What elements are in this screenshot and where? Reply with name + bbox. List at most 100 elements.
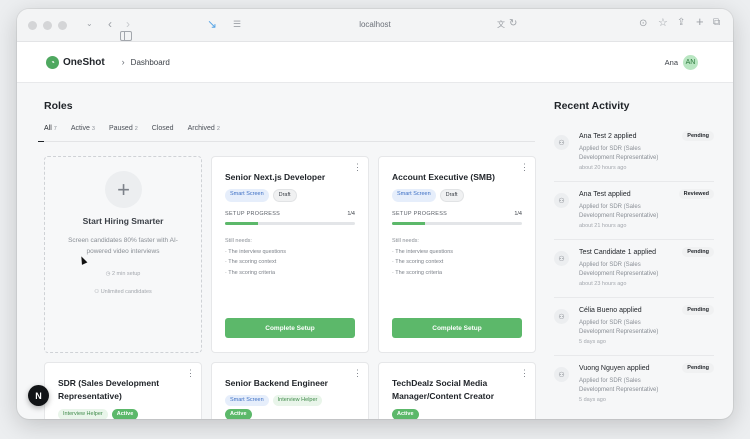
setup-progress-bar: [225, 222, 355, 225]
tabs-icon[interactable]: ⧉: [713, 17, 720, 29]
still-needs-list: Still needs: · The interview questions ·…: [392, 236, 453, 278]
recent-activity-title: Recent Activity: [554, 100, 630, 112]
still-needs-title: Still needs:: [392, 238, 419, 244]
activity-time: about 21 hours ago: [579, 223, 627, 229]
user-name: Ana: [664, 58, 678, 67]
activity-description: Applied for SDR (Sales Development Repre…: [579, 320, 659, 335]
share-icon[interactable]: ⇪: [677, 17, 685, 29]
app-header: ◔ OneShot › Dashboard Ana AN: [17, 42, 733, 83]
activity-name: Célia Bueno applied: [579, 307, 642, 314]
activity-time: about 20 hours ago: [579, 165, 627, 171]
user-icon: ⚇: [554, 135, 569, 150]
status-badge: Pending: [682, 247, 714, 257]
list-item: · The interview questions: [225, 248, 287, 255]
more-options-icon[interactable]: ⋮: [353, 369, 362, 378]
divider: [554, 355, 714, 356]
status-badge: Reviewed: [678, 189, 714, 199]
complete-setup-button[interactable]: Complete Setup: [225, 318, 355, 338]
status-badge: Draft: [439, 189, 464, 202]
avatar[interactable]: AN: [683, 55, 698, 70]
role-card[interactable]: Account Executive (SMB) ⋮ Smart Screen D…: [378, 156, 536, 353]
progress-fill: [392, 222, 425, 225]
page-title: Roles: [44, 100, 73, 112]
more-options-icon[interactable]: ⋮: [520, 163, 529, 172]
role-title[interactable]: Senior Next.js Developer: [225, 171, 325, 184]
list-item: · The interview questions: [392, 248, 454, 255]
activity-name: Test Candidate 1 applied: [579, 249, 657, 256]
activity-description: Applied for SDR (Sales Development Repre…: [579, 378, 659, 393]
setup-progress-count: 1/4: [514, 211, 522, 217]
divider: [554, 239, 714, 240]
setup-time: ◷ 2 min setup: [105, 271, 141, 277]
setup-progress-bar: [392, 222, 522, 225]
interview-helper-badge: Interview Helper: [58, 409, 108, 419]
setup-progress-label: SETUP PROGRESS: [392, 211, 448, 217]
complete-setup-button[interactable]: Complete Setup: [392, 318, 522, 338]
translate-icon[interactable]: 文: [497, 19, 505, 31]
list-item: · The scoring criteria: [392, 269, 443, 276]
user-menu[interactable]: Ana AN: [665, 55, 698, 70]
user-icon: ⚇: [554, 193, 569, 208]
breadcrumb[interactable]: Dashboard: [131, 58, 170, 67]
user-icon: ⚇: [554, 251, 569, 266]
activity-name: Vuong Nguyen applied: [579, 365, 650, 372]
role-badges: Active: [392, 409, 419, 419]
divider: [554, 181, 714, 182]
activity-item[interactable]: ⚇ Test Candidate 1 applied Applied for S…: [554, 247, 714, 297]
chevron-right-icon: ›: [121, 57, 125, 67]
more-options-icon[interactable]: ⋮: [186, 369, 195, 378]
reload-icon[interactable]: ↻: [509, 18, 517, 30]
list-item: · The scoring context: [392, 259, 444, 265]
browser-window: ⌄ ‹ › ↘ ☰ localhost 文 ↻ ⊙ ☆ ⇪ + ⧉ ◔ OneS…: [17, 9, 733, 419]
sidebar-icon[interactable]: [120, 31, 132, 41]
start-hiring-card[interactable]: + Start Hiring Smarter Screen candidates…: [44, 156, 202, 353]
start-hiring-title: Start Hiring Smarter: [82, 216, 164, 226]
activity-name: Ana Test 2 applied: [579, 133, 637, 140]
downloads-icon[interactable]: ⊙: [639, 18, 647, 30]
activity-item[interactable]: ⚇ Ana Test applied Applied for SDR (Sale…: [554, 189, 714, 239]
role-card[interactable]: Senior Next.js Developer ⋮ Smart Screen …: [211, 156, 369, 353]
activity-time: 5 days ago: [579, 339, 606, 345]
role-card[interactable]: TechDealz Social Media Manager/Content C…: [378, 362, 536, 419]
star-icon[interactable]: ☆: [658, 17, 668, 29]
status-badge: Pending: [682, 131, 714, 141]
role-title[interactable]: TechDealz Social Media Manager/Content C…: [392, 377, 494, 403]
help-launcher-button[interactable]: N: [28, 385, 49, 406]
address-bar[interactable]: localhost: [17, 20, 733, 29]
role-title[interactable]: Senior Backend Engineer: [225, 377, 328, 390]
activity-item[interactable]: ⚇ Ana Test 2 applied Applied for SDR (Sa…: [554, 131, 714, 181]
role-card[interactable]: Senior Backend Engineer ⋮ Smart Screen I…: [211, 362, 369, 419]
more-options-icon[interactable]: ⋮: [353, 163, 362, 172]
user-icon: ⚇: [554, 309, 569, 324]
tab-active[interactable]: Active 3: [71, 124, 95, 142]
status-badge: Draft: [272, 189, 297, 202]
role-badges: Smart Screen Draft: [392, 189, 464, 202]
status-badge: Active: [392, 409, 419, 419]
activity-description: Applied for SDR (Sales Development Repre…: [579, 204, 659, 219]
role-card[interactable]: SDR (Sales Development Representative) ⋮…: [44, 362, 202, 419]
activity-item[interactable]: ⚇ Vuong Nguyen applied Applied for SDR (…: [554, 363, 714, 413]
role-title[interactable]: Account Executive (SMB): [392, 171, 495, 184]
activity-item[interactable]: ⚇ Célia Bueno applied Applied for SDR (S…: [554, 305, 714, 355]
setup-progress-label: SETUP PROGRESS: [225, 211, 281, 217]
tab-all[interactable]: All 7: [38, 124, 62, 142]
role-title[interactable]: SDR (Sales Development Representative): [58, 377, 159, 403]
status-badge: Pending: [682, 305, 714, 315]
setup-progress-count: 1/4: [347, 211, 355, 217]
still-needs-title: Still needs:: [225, 238, 252, 244]
smart-screen-badge: Smart Screen: [392, 189, 436, 202]
activity-time: 5 days ago: [579, 397, 606, 403]
interview-helper-badge: Interview Helper: [272, 395, 323, 406]
divider: [554, 297, 714, 298]
activity-time: about 23 hours ago: [579, 281, 627, 287]
tab-paused[interactable]: Paused 2: [109, 124, 138, 142]
logo[interactable]: ◔ OneShot: [46, 55, 105, 69]
tab-archived[interactable]: Archived 2: [188, 124, 220, 142]
activity-name: Ana Test applied: [579, 191, 631, 198]
plus-icon[interactable]: +: [105, 171, 142, 208]
more-options-icon[interactable]: ⋮: [520, 369, 529, 378]
tab-closed[interactable]: Closed: [152, 124, 174, 142]
status-badge: Pending: [682, 363, 714, 373]
new-tab-icon[interactable]: +: [696, 15, 704, 28]
role-badges: Smart Screen Interview Helper: [225, 395, 323, 406]
